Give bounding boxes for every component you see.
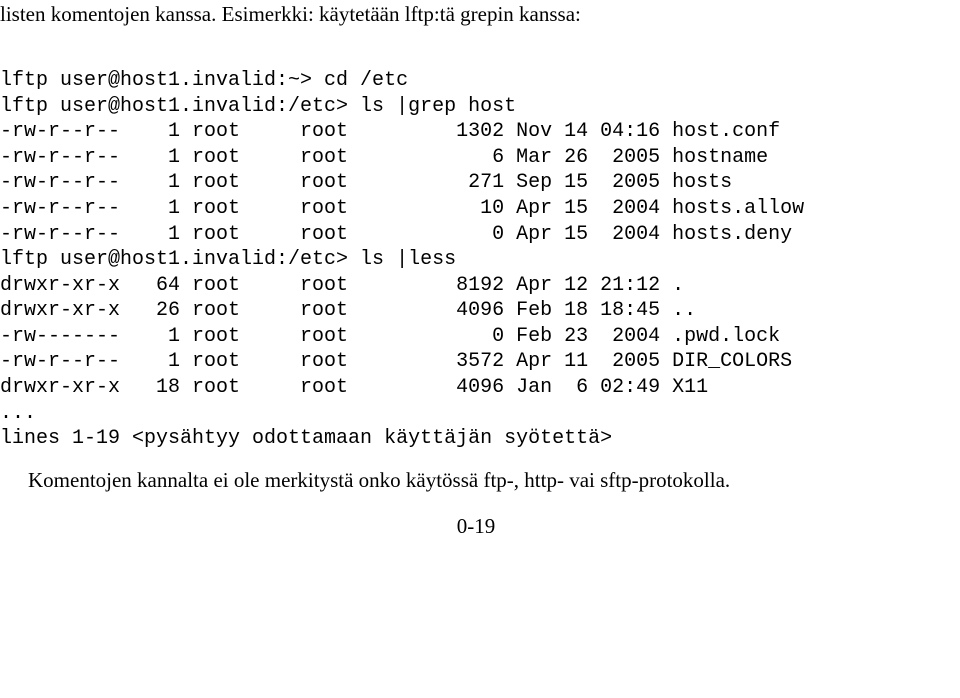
terminal-line: lftp user@host1.invalid:~> cd /etc: [0, 69, 408, 92]
terminal-line: -rw-r--r-- 1 root root 271 Sep 15 2005 h…: [0, 171, 732, 194]
terminal-line: -rw-r--r-- 1 root root 6 Mar 26 2005 hos…: [0, 146, 768, 169]
terminal-line: -rw------- 1 root root 0 Feb 23 2004 .pw…: [0, 325, 780, 348]
terminal-line: -rw-r--r-- 1 root root 10 Apr 15 2004 ho…: [0, 197, 804, 220]
terminal-line: lines 1-19 <pysähtyy odottamaan käyttäjä…: [0, 427, 612, 450]
document-page: listen komentojen kanssa. Esimerkki: käy…: [0, 0, 960, 541]
terminal-line: ...: [0, 402, 36, 425]
terminal-line: lftp user@host1.invalid:/etc> ls |grep h…: [0, 95, 516, 118]
intro-text: listen komentojen kanssa. Esimerkki: käy…: [0, 0, 952, 28]
outro-text: Komentojen kannalta ei ole merkitystä on…: [0, 466, 952, 494]
terminal-line: drwxr-xr-x 18 root root 4096 Jan 6 02:49…: [0, 376, 708, 399]
terminal-line: -rw-r--r-- 1 root root 3572 Apr 11 2005 …: [0, 350, 792, 373]
terminal-line: -rw-r--r-- 1 root root 0 Apr 15 2004 hos…: [0, 223, 792, 246]
terminal-line: -rw-r--r-- 1 root root 1302 Nov 14 04:16…: [0, 120, 780, 143]
terminal-block: lftp user@host1.invalid:~> cd /etc lftp …: [0, 42, 952, 452]
terminal-line: lftp user@host1.invalid:/etc> ls |less: [0, 248, 456, 271]
page-number: 0-19: [0, 512, 952, 540]
terminal-line: drwxr-xr-x 64 root root 8192 Apr 12 21:1…: [0, 274, 684, 297]
terminal-line: drwxr-xr-x 26 root root 4096 Feb 18 18:4…: [0, 299, 696, 322]
